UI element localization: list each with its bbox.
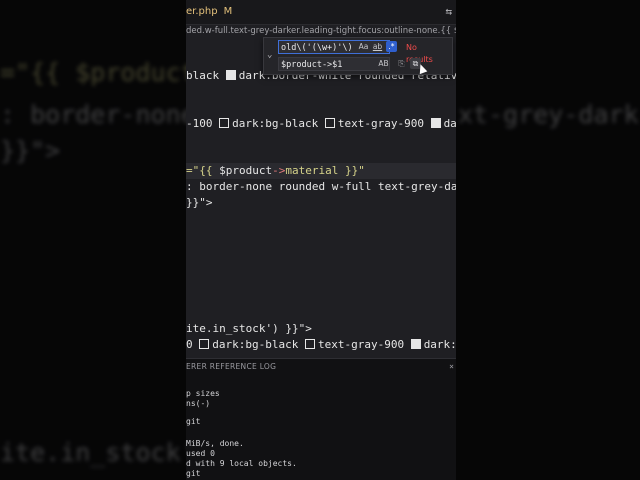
replace-one-icon[interactable]: ⎘ xyxy=(396,58,407,69)
color-swatch xyxy=(219,118,230,128)
terminal-line: ns(-) xyxy=(186,399,211,408)
regex-button[interactable]: .* xyxy=(386,41,397,52)
find-replace-widget: ⌄ old\('(\w+)'\) Aa ab .* No results $pr… xyxy=(263,37,453,75)
code-text: black xyxy=(186,69,220,82)
toggle-replace-chevron-icon[interactable]: ⌄ xyxy=(267,50,272,60)
split-editor-icon[interactable]: ⇆ xyxy=(445,5,452,18)
code-text: ite.in_stock') }}"> xyxy=(186,322,312,335)
code-text: dark:te xyxy=(423,338,456,351)
terminal-tab[interactable]: ERER REFERENCE LOG xyxy=(186,362,276,371)
code-text: dark:bg-black xyxy=(232,117,319,130)
code-line: : border-none rounded w-full text-grey-d… xyxy=(186,179,456,195)
code-text: ="{{ xyxy=(186,164,220,177)
code-text: text-gray-900 xyxy=(337,117,424,130)
terminal-line: git xyxy=(186,417,201,426)
color-swatch xyxy=(225,70,236,80)
terminal-line: p sizes xyxy=(186,389,220,398)
file-tab[interactable]: er.php M xyxy=(186,0,232,24)
code-text: }}"> xyxy=(186,196,213,209)
color-swatch xyxy=(430,118,441,128)
code-line: -100 dark:bg-black text-gray-900 dark:t xyxy=(186,116,456,132)
color-swatch xyxy=(410,339,421,349)
close-icon[interactable]: × xyxy=(449,362,454,371)
replace-input[interactable]: $product->$1 xyxy=(278,57,390,71)
terminal-line: used 0 xyxy=(186,449,215,458)
file-tab-label: er.php xyxy=(186,6,218,17)
modified-badge: M xyxy=(223,6,233,17)
code-text: : border-none rounded w-full text-grey-d… xyxy=(186,180,456,193)
code-text: material }}" xyxy=(285,164,365,177)
breadcrumb[interactable]: ded.w-full.text-grey-darker.leading-tigh… xyxy=(186,24,456,38)
code-text: $product xyxy=(219,164,273,177)
code-line: }}"> xyxy=(186,195,213,211)
color-swatch xyxy=(199,339,210,349)
color-swatch xyxy=(324,118,335,128)
terminal-panel: ERER REFERENCE LOG × p sizes ns(-) git M… xyxy=(186,358,456,480)
terminal-line: MiB/s, done. xyxy=(186,439,244,448)
editor-tab-bar: er.php M ⇆ xyxy=(186,0,456,25)
code-text: -> xyxy=(272,164,286,177)
terminal-line: d with 9 local objects. xyxy=(186,459,297,468)
code-text: -100 xyxy=(186,117,213,130)
code-text: dark:bg-black xyxy=(212,338,299,351)
code-text: text-gray-900 xyxy=(317,338,405,351)
code-text: 0 xyxy=(186,338,193,351)
dim-overlay-right xyxy=(456,0,640,480)
color-swatch xyxy=(304,339,315,349)
code-line: ite.in_stock') }}"> xyxy=(186,321,312,337)
code-line-current: ="{{ $product->material }}" xyxy=(186,163,456,179)
preserve-case-button[interactable]: AB xyxy=(378,58,389,69)
code-line: 0 dark:bg-black text-gray-900 dark:te xyxy=(186,337,456,353)
match-whole-word-button[interactable]: ab xyxy=(372,41,383,52)
code-text: dark:t xyxy=(443,117,456,130)
dim-overlay-left xyxy=(0,0,186,480)
match-case-button[interactable]: Aa xyxy=(358,41,369,52)
editor-panel: er.php M ⇆ ded.w-full.text-grey-darker.le… xyxy=(186,0,456,480)
terminal-line: git xyxy=(186,469,201,478)
